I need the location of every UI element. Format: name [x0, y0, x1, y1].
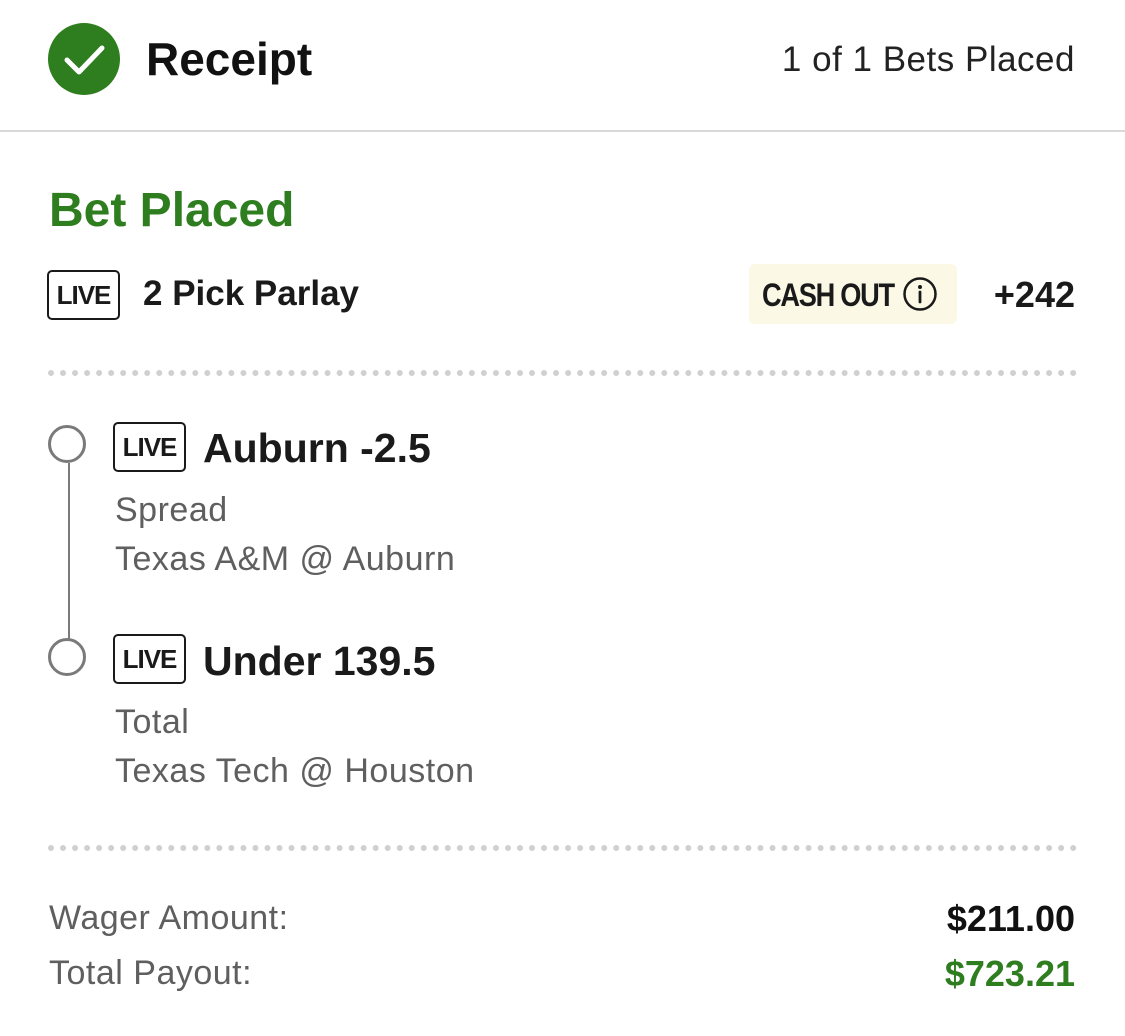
divider: [48, 845, 1077, 851]
cash-out-button[interactable]: CASH OUT: [749, 264, 957, 324]
bet-status-label: Bet Placed: [49, 184, 295, 237]
bets-placed-count: 1 of 1 Bets Placed: [781, 40, 1075, 79]
live-badge: LIVE: [47, 270, 120, 320]
leg-connector-line: [68, 463, 70, 639]
wager-amount-label: Wager Amount:: [49, 899, 289, 937]
leg-selection: Under 139.5: [203, 638, 436, 684]
bet-receipt: Receipt 1 of 1 Bets Placed Bet Placed LI…: [0, 0, 1125, 1036]
leg-game: Texas Tech @ Houston: [115, 752, 475, 790]
cash-out-label: CASH OUT: [762, 277, 895, 313]
page-title: Receipt: [146, 33, 313, 85]
receipt-header: Receipt 1 of 1 Bets Placed: [0, 0, 1125, 132]
total-payout-value: $723.21: [944, 953, 1075, 994]
leg-status-circle-icon: [48, 638, 86, 676]
leg-selection: Auburn -2.5: [203, 425, 431, 471]
divider: [48, 370, 1077, 376]
wager-amount-value: $211.00: [946, 898, 1075, 939]
total-payout-label: Total Payout:: [49, 954, 253, 992]
parlay-title: 2 Pick Parlay: [143, 274, 359, 313]
leg-game: Texas A&M @ Auburn: [115, 540, 456, 578]
parlay-odds: +242: [993, 274, 1075, 315]
leg-live-badge: LIVE: [113, 634, 186, 684]
leg-status-circle-icon: [48, 425, 86, 463]
leg-market: Total: [115, 703, 190, 741]
leg-live-badge: LIVE: [113, 422, 186, 472]
checkmark-circle-icon: [48, 23, 120, 95]
info-icon[interactable]: [902, 276, 938, 312]
leg-market: Spread: [115, 491, 228, 529]
